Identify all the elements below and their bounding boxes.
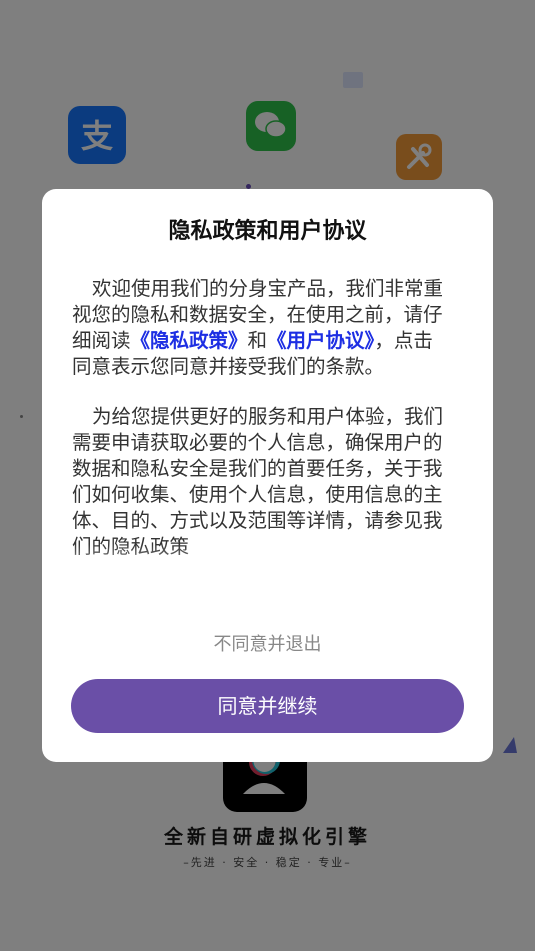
privacy-policy-link[interactable]: 《隐私政策》 — [131, 329, 248, 352]
paragraph-info: 为给您提供更好的服务和用户体验，我们需要申请获取必要的个人信息，确保用户的数据和… — [72, 405, 444, 558]
dialog-title: 隐私政策和用户协议 — [168, 219, 367, 244]
and-text: 和 — [247, 329, 268, 352]
user-agreement-link[interactable]: 《用户协议》 — [267, 329, 374, 352]
decline-button[interactable]: 不同意并退出 — [42, 630, 493, 656]
dialog-body: 欢迎使用我们的分身宝产品，我们非常重视您的隐私和数据安全，在使用之前，请仔细阅读… — [72, 276, 452, 584]
paragraph-intro: 欢迎使用我们的分身宝产品，我们非常重视您的隐私和数据安全，在使用之前，请仔细阅读… — [72, 276, 452, 380]
agree-button[interactable]: 同意并继续 — [71, 679, 464, 733]
privacy-dialog: 隐私政策和用户协议 欢迎使用我们的分身宝产品，我们非常重视您的隐私和数据安全，在… — [42, 189, 493, 762]
